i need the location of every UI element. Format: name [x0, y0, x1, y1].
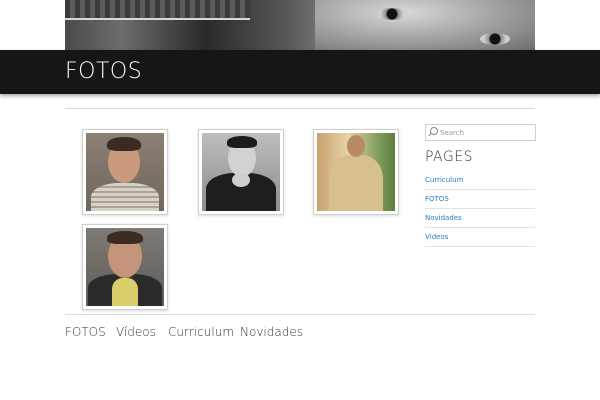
pages-list: Curriculum FOTOS Novidades Vídeos	[425, 171, 535, 247]
photo-hand	[232, 173, 250, 187]
header-banner-image	[65, 0, 535, 50]
photo-hair	[227, 136, 257, 148]
photo-hair	[107, 137, 141, 151]
search-box[interactable]	[425, 124, 536, 141]
banner-right-eye	[480, 33, 510, 45]
page-title: FOTOS	[65, 59, 143, 84]
footer-link-novidades[interactable]: Novidades	[240, 325, 303, 339]
top-divider	[65, 108, 535, 109]
footer-link-curriculum[interactable]: Curriculum	[168, 325, 234, 339]
pages-widget-title: PAGES	[425, 149, 473, 165]
photo-portrait-black-and-white	[202, 133, 280, 211]
title-bar: FOTOS	[0, 50, 600, 94]
photo-portrait-beige-sweater	[317, 133, 395, 211]
photo-portrait-striped-sweater	[86, 133, 164, 211]
photo-portrait-smiling-jacket	[86, 228, 164, 306]
footer-link-videos[interactable]: Vídeos	[116, 325, 156, 339]
banner-left-eye	[377, 8, 407, 20]
photo-body	[91, 183, 159, 211]
banner-picture-frame	[65, 0, 250, 20]
page-link-videos[interactable]: Vídeos	[425, 233, 448, 241]
search-input[interactable]	[440, 125, 532, 140]
search-icon	[430, 127, 438, 135]
gallery-photo-4[interactable]	[82, 224, 168, 310]
page-link-novidades[interactable]: Novidades	[425, 214, 462, 222]
photo-head	[347, 135, 365, 157]
pages-list-item: Vídeos	[425, 228, 535, 247]
page-link-fotos[interactable]: FOTOS	[425, 195, 449, 203]
footer-link-fotos[interactable]: FOTOS	[65, 325, 106, 339]
pages-list-item: FOTOS	[425, 190, 535, 209]
pages-list-item: Novidades	[425, 209, 535, 228]
banner-face	[315, 0, 535, 50]
page-link-curriculum[interactable]: Curriculum	[425, 176, 463, 184]
photo-collar	[112, 278, 138, 306]
bottom-divider	[65, 314, 535, 315]
photo-hair	[107, 231, 143, 244]
photo-body	[329, 155, 383, 211]
gallery-photo-3[interactable]	[313, 129, 399, 215]
gallery-photo-1[interactable]	[82, 129, 168, 215]
gallery-photo-2[interactable]	[198, 129, 284, 215]
pages-list-item: Curriculum	[425, 171, 535, 190]
